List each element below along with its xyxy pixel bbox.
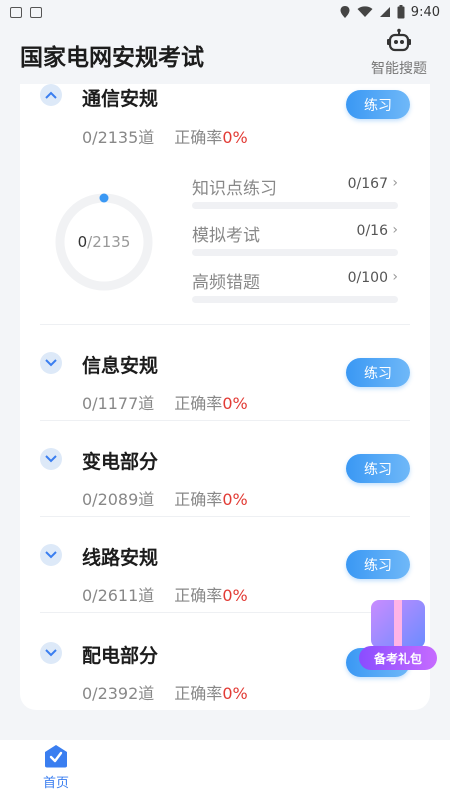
section-title: 通信安规 [82,88,159,110]
bottom-nav: 首页 [0,740,450,800]
exam-gift-badge[interactable]: 备考礼包 [357,596,439,678]
ring-total: /2135 [87,233,131,251]
accuracy-label: 正确率 [174,586,223,605]
question-count: 0/2089道 [82,490,155,509]
knowledge-practice-row[interactable]: 知识点练习 0/167 › [192,174,398,214]
location-icon [340,6,350,18]
section-stats: 0/2392道 正确率0% [82,680,248,704]
signal-icon [379,7,390,17]
accuracy-value: 0% [222,586,248,605]
section-stats: 0/2135道 正确率0% [82,124,248,148]
accuracy-value: 0% [222,490,248,509]
accuracy: 正确率0% [174,486,247,510]
nav-home-label: 首页 [42,776,69,791]
chevron-down-icon[interactable] [40,544,62,566]
section-stats: 0/1177道 正确率0% [82,390,248,414]
nav-home[interactable]: 首页 [30,744,82,798]
section-biandian: 变电部分 0/2089道 正确率0% 练习 [40,446,410,510]
accuracy: 正确率0% [174,390,247,414]
section-stats: 0/2089道 正确率0% [82,486,248,510]
section-title: 线路安规 [82,547,159,569]
accuracy-label: 正确率 [174,394,223,413]
accuracy-label: 正确率 [174,490,223,509]
section-stats: 0/2611道 正确率0% [82,582,248,606]
question-count: 0/2135道 [82,128,155,147]
sub-label: 模拟考试 [192,226,260,246]
sub-label: 知识点练习 [192,179,277,199]
section-xianlu: 线路安规 0/2611道 正确率0% 练习 [40,542,410,606]
battery-icon [397,5,405,19]
divider [40,420,410,421]
practice-button[interactable]: 练习 [346,90,410,119]
section-peidian: 配电部分 0/2392道 正确率0% 练习 [40,640,410,704]
status-right: 9:40 [339,5,440,20]
accuracy-value: 0% [222,684,248,703]
status-bar: 9:40 [0,0,450,24]
smart-search-button[interactable]: 智能搜题 [366,28,432,80]
section-title: 配电部分 [82,645,159,667]
robot-icon [387,28,411,52]
divider [40,612,410,613]
ring-done: 0 [77,233,88,251]
header: 国家电网安规考试 智能搜题 [0,24,450,84]
status-left [10,6,42,18]
chevron-down-icon[interactable] [40,448,62,470]
accuracy-label: 正确率 [174,684,223,703]
gift-label: 备考礼包 [359,646,437,670]
chevron-right-icon: › [392,175,398,191]
sub-label: 高频错题 [192,273,260,293]
accuracy: 正确率0% [174,124,247,148]
app-notification-icon [30,6,42,18]
chevron-down-icon[interactable] [40,642,62,664]
frequent-mistakes-row[interactable]: 高频错题 0/100 › [192,268,398,308]
section-title: 变电部分 [82,451,159,473]
status-time: 9:40 [410,4,440,20]
divider [40,516,410,517]
image-notification-icon [10,6,22,18]
home-icon [45,745,67,768]
chevron-down-icon[interactable] [40,352,62,374]
chevron-right-icon: › [392,222,398,238]
practice-button[interactable]: 练习 [346,358,410,387]
question-count: 0/2611道 [82,586,155,605]
question-count: 0/1177道 [82,394,155,413]
accuracy-value: 0% [222,128,248,147]
accuracy: 正确率0% [174,582,247,606]
sub-progress-bar [192,202,398,209]
gift-ribbon [394,600,402,648]
section-title: 信息安规 [82,355,159,377]
accuracy-value: 0% [222,394,248,413]
question-count: 0/2392道 [82,684,155,703]
progress-ring-label: 0/2135 [54,192,154,292]
sub-progress-bar [192,249,398,256]
chevron-up-icon[interactable] [40,84,62,106]
chevron-right-icon: › [392,269,398,285]
practice-button[interactable]: 练习 [346,454,410,483]
practice-button[interactable]: 练习 [346,550,410,579]
smart-search-label: 智能搜题 [371,61,427,77]
mock-exam-row[interactable]: 模拟考试 0/16 › [192,221,398,261]
sub-count: 0/100 [347,270,388,286]
wifi-icon [357,6,373,17]
divider [40,324,410,325]
accuracy: 正确率0% [174,680,247,704]
sub-progress-bar [192,296,398,303]
sub-count: 0/16 [356,223,388,239]
sub-count: 0/167 [347,176,388,192]
page-title: 国家电网安规考试 [20,45,204,71]
section-xinxi: 信息安规 0/1177道 正确率0% 练习 [40,350,410,414]
accuracy-label: 正确率 [174,128,223,147]
